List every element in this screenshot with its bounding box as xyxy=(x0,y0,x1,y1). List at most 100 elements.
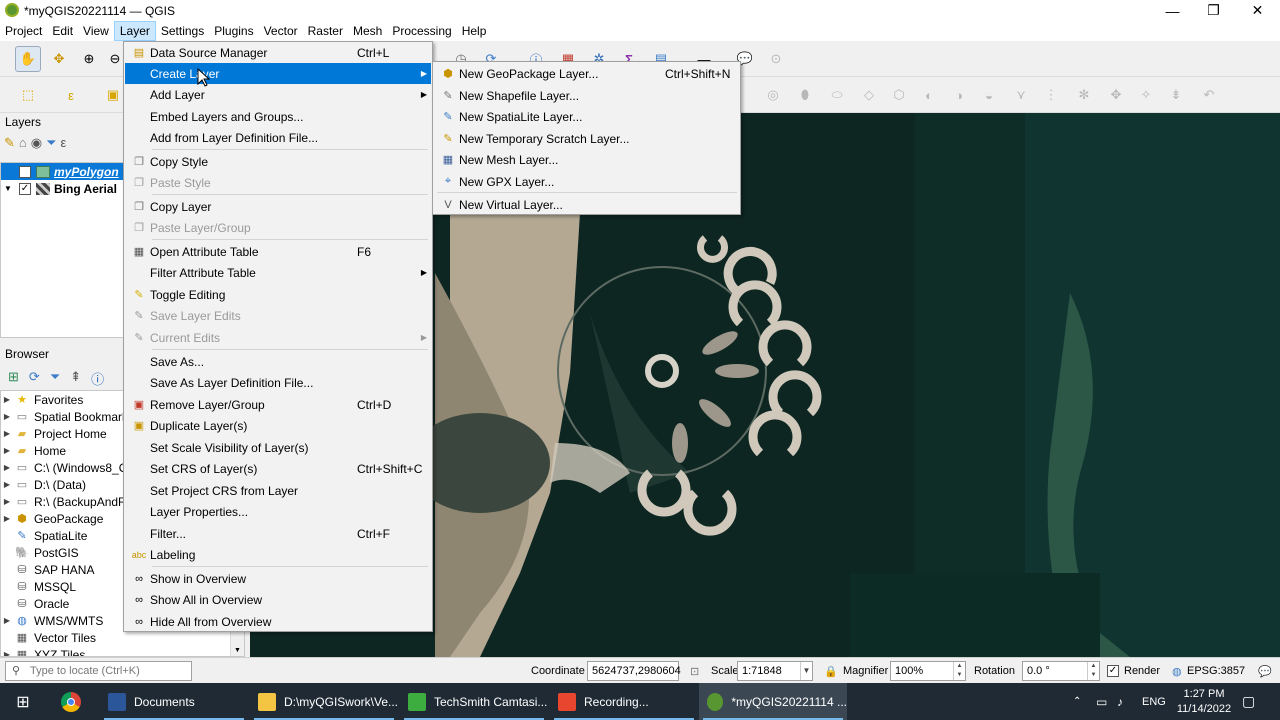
magnifier-field[interactable]: 100% ▲ ▼ xyxy=(890,661,966,681)
add-ring-icon[interactable]: ◎ xyxy=(762,84,784,106)
deselect-icon[interactable]: ▣ xyxy=(102,84,124,106)
fill-ring-icon[interactable]: ⬮ xyxy=(794,84,816,106)
windows-start-icon[interactable]: ⊞ xyxy=(0,683,46,720)
zoom-in-icon[interactable]: ⊕ xyxy=(78,48,100,70)
clock[interactable]: 1:27 PM 11/14/2022 xyxy=(1172,683,1236,720)
menu-item-open-attribute-table[interactable]: ▦ Open Attribute Table F6 xyxy=(125,241,431,262)
menu-settings[interactable]: Settings xyxy=(156,21,209,41)
spinner-icon[interactable]: ▲ ▼ xyxy=(953,662,965,680)
reverse-line-icon[interactable]: ✧ xyxy=(1135,84,1157,106)
menu-item-data-source-manager[interactable]: ▤ Data Source Manager Ctrl+L xyxy=(125,42,431,63)
menu-item-add-layer[interactable]: Add Layer ▶ xyxy=(125,84,431,105)
menu-item-labeling[interactable]: abc Labeling xyxy=(125,544,431,565)
menu-item-filter[interactable]: Filter... Ctrl+F xyxy=(125,523,431,544)
submenu-item-new-mesh[interactable]: ▦ New Mesh Layer... xyxy=(434,149,739,170)
lock-icon[interactable]: 🔒 xyxy=(824,665,838,678)
reshape-icon[interactable]: ⬡ xyxy=(888,84,910,106)
split-parts-icon[interactable]: ◒ xyxy=(978,84,1000,106)
menu-item-create-layer[interactable]: Create Layer ▶ xyxy=(125,63,431,84)
submenu-item-new-scratch-layer[interactable]: ✎ New Temporary Scratch Layer... xyxy=(434,128,739,149)
taskbar-app-qgis[interactable]: *myQGIS20221114 ... xyxy=(699,683,847,720)
messages-icon[interactable]: 💬 xyxy=(1258,665,1272,678)
pan-icon[interactable]: ✋ xyxy=(15,46,41,72)
tray-chevron-icon[interactable]: ⌃ xyxy=(1073,683,1081,720)
refresh-icon[interactable]: ⟳ xyxy=(29,369,40,388)
delete-part-icon[interactable]: ◇ xyxy=(858,84,880,106)
info-icon[interactable]: ⓘ xyxy=(91,369,104,388)
style-icon[interactable]: ✎ xyxy=(4,135,15,157)
close-button[interactable]: ✕ xyxy=(1235,0,1280,21)
add-selected-icon[interactable]: ⊞ xyxy=(8,369,19,388)
simplify-icon[interactable]: ✥ xyxy=(1105,84,1127,106)
delete-ring-icon[interactable]: ⬭ xyxy=(826,84,848,106)
menu-vector[interactable]: Vector xyxy=(259,21,303,41)
collapse-arrow-icon[interactable]: ▼ xyxy=(1,184,15,193)
menu-processing[interactable]: Processing xyxy=(387,21,456,41)
crs-button[interactable]: EPSG:3857 xyxy=(1187,665,1245,677)
add-group-icon[interactable]: ⌂ xyxy=(19,135,27,157)
collapse-all-icon[interactable]: ⇞ xyxy=(70,369,81,388)
locate-icon[interactable]: ⊙ xyxy=(765,48,787,70)
expression-filter-icon[interactable]: ε xyxy=(61,135,67,157)
volume-icon[interactable]: ♪ xyxy=(1117,683,1123,720)
dropdown-arrow-icon[interactable]: ▼ xyxy=(800,662,812,680)
taskbar-app-recording[interactable]: Recording... xyxy=(550,683,698,720)
submenu-item-new-spatialite[interactable]: ✎ New SpatiaLite Layer... xyxy=(434,106,739,127)
visibility-icon[interactable]: ◉ xyxy=(31,135,42,157)
filter-icon[interactable]: ⏷ xyxy=(50,369,60,388)
trim-extend-icon[interactable]: ⇟ xyxy=(1165,84,1187,106)
menu-item-save-as-definition[interactable]: Save As Layer Definition File... xyxy=(125,372,431,393)
taskbar-app-explorer[interactable]: D:\myQGISwork\Ve... xyxy=(250,683,398,720)
menu-item-embed-layers[interactable]: Embed Layers and Groups... xyxy=(125,106,431,127)
minimize-button[interactable]: — xyxy=(1150,0,1195,21)
menu-item-set-project-crs[interactable]: Set Project CRS from Layer xyxy=(125,480,431,501)
menu-item-toggle-editing[interactable]: ✎ Toggle Editing xyxy=(125,284,431,305)
menu-item-filter-attribute-table[interactable]: Filter Attribute Table ▶ xyxy=(125,262,431,283)
maximize-button[interactable]: ❐ xyxy=(1191,0,1236,21)
menu-item-show-all-in-overview[interactable]: ∞ Show All in Overview xyxy=(125,589,431,610)
taskbar-app-documents[interactable]: Documents xyxy=(100,683,248,720)
browser-item-xyz-tiles[interactable]: ▶ ▦ XYZ Tiles xyxy=(1,646,244,657)
menu-layer[interactable]: Layer xyxy=(113,21,156,41)
taskbar-app-camtasia[interactable]: TechSmith Camtasi... xyxy=(400,683,548,720)
menu-item-remove-layer[interactable]: ▣ Remove Layer/Group Ctrl+D xyxy=(125,394,431,415)
menu-item-copy-layer[interactable]: ❐ Copy Layer xyxy=(125,196,431,217)
menu-item-set-crs[interactable]: Set CRS of Layer(s) Ctrl+Shift+C xyxy=(125,458,431,479)
submenu-item-new-shapefile[interactable]: ✎ New Shapefile Layer... xyxy=(434,85,739,106)
rotation-field[interactable]: 0.0 ° ▲ ▼ xyxy=(1022,661,1100,681)
chrome-icon[interactable] xyxy=(50,683,92,720)
spinner-icon[interactable]: ▲ ▼ xyxy=(1087,662,1099,680)
layer-item-mypolygon[interactable]: myPolygon xyxy=(1,163,123,180)
layer-visibility-checkbox[interactable] xyxy=(19,165,31,178)
battery-icon[interactable]: ▭ xyxy=(1096,683,1107,720)
menu-help[interactable]: Help xyxy=(457,21,492,41)
coordinate-field[interactable]: 5624737,2980604 xyxy=(587,661,681,681)
menu-mesh[interactable]: Mesh xyxy=(348,21,387,41)
menu-item-duplicate-layer[interactable]: ▣ Duplicate Layer(s) xyxy=(125,415,431,436)
split-features-icon[interactable]: ◑ xyxy=(948,84,970,106)
layer-visibility-checkbox[interactable]: ✓ xyxy=(19,182,31,195)
menu-raster[interactable]: Raster xyxy=(303,21,348,41)
menu-edit[interactable]: Edit xyxy=(47,21,78,41)
render-checkbox[interactable]: ✓ xyxy=(1107,665,1119,677)
language-indicator[interactable]: ENG xyxy=(1142,683,1166,720)
merge-features-icon[interactable]: ⋎ xyxy=(1010,84,1032,106)
notifications-icon[interactable]: ▢ xyxy=(1242,683,1255,720)
rotate-symbols-icon[interactable]: ✻ xyxy=(1073,84,1095,106)
submenu-item-new-gpx[interactable]: ⌖ New GPX Layer... xyxy=(434,171,739,192)
locate-search-input[interactable]: ⚲ Type to locate (Ctrl+K) xyxy=(5,661,192,681)
menu-item-show-in-overview[interactable]: ∞ Show in Overview xyxy=(125,568,431,589)
menu-view[interactable]: View xyxy=(78,21,114,41)
filter-icon[interactable]: ⏷ xyxy=(46,135,56,157)
submenu-item-new-virtual[interactable]: V New Virtual Layer... xyxy=(434,194,739,215)
menu-plugins[interactable]: Plugins xyxy=(209,21,258,41)
menu-item-hide-all-from-overview[interactable]: ∞ Hide All from Overview xyxy=(125,611,431,632)
menu-item-scale-visibility[interactable]: Set Scale Visibility of Layer(s) xyxy=(125,437,431,458)
layer-item-bing-aerial[interactable]: ▼ ✓ Bing Aerial xyxy=(1,180,123,197)
pan-to-selection-icon[interactable]: ✥ xyxy=(48,48,70,70)
menu-item-save-as[interactable]: Save As... xyxy=(125,351,431,372)
menu-item-layer-properties[interactable]: Layer Properties... xyxy=(125,501,431,522)
select-features-icon[interactable]: ⬚ xyxy=(17,84,39,106)
submenu-item-new-geopackage[interactable]: ⬢ New GeoPackage Layer... Ctrl+Shift+N xyxy=(434,63,739,84)
menu-item-add-from-definition[interactable]: Add from Layer Definition File... xyxy=(125,127,431,148)
